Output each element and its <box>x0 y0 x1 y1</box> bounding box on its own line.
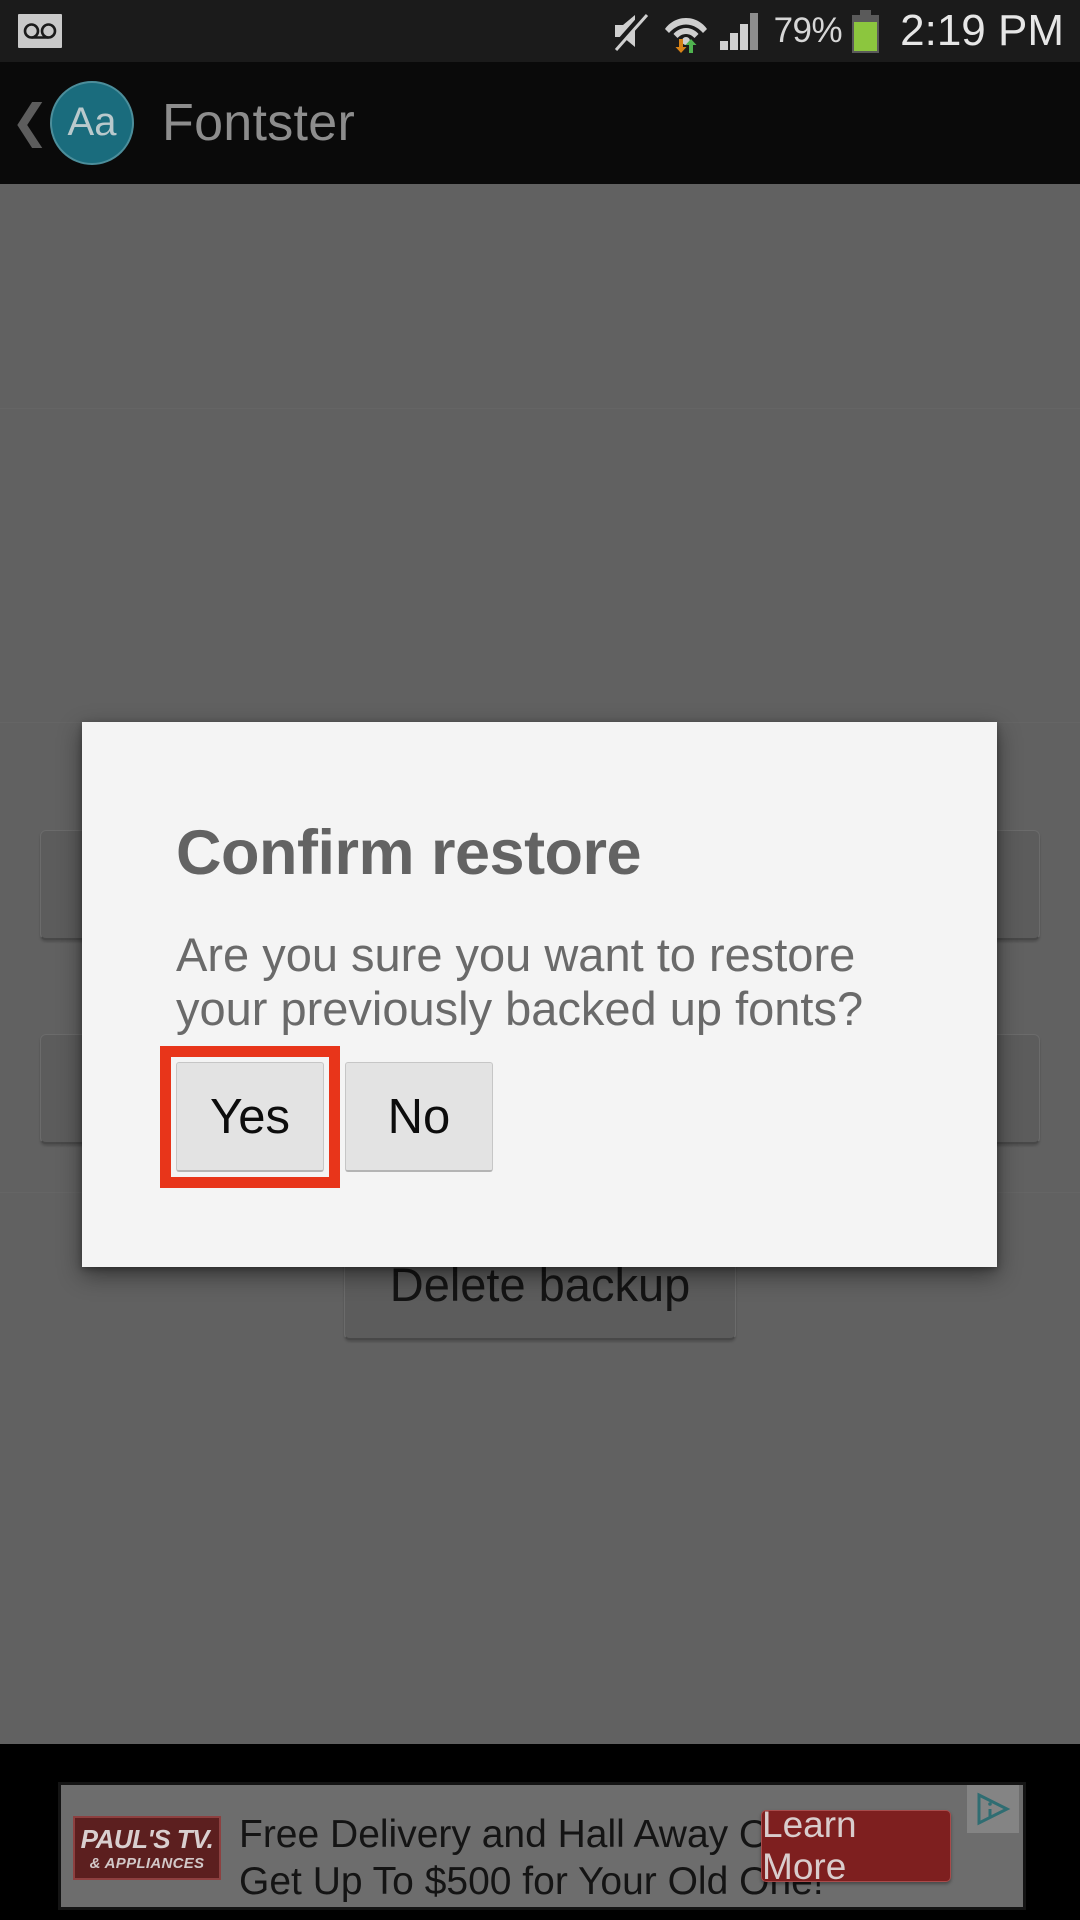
ad-headline-line2: Get Up To $500 for Your Old One! <box>239 1860 824 1903</box>
background-divider <box>0 408 1080 409</box>
app-logo-icon[interactable]: Aa <box>50 81 134 165</box>
status-bar-clock: 2:19 PM <box>900 6 1064 55</box>
app-logo-label: Aa <box>67 99 117 144</box>
ad-banner[interactable]: PAUL'S TV. & APPLIANCES Free Delivery an… <box>58 1782 1026 1910</box>
battery-percent-label: 79% <box>773 11 843 50</box>
no-button-wrap: No <box>345 1062 493 1172</box>
cellular-signal-icon <box>719 11 765 51</box>
dialog-button-row: Yes No <box>160 1046 493 1188</box>
wifi-signal-icon <box>664 9 708 53</box>
action-bar: ❮ Aa Fontster <box>0 62 1080 184</box>
advertiser-logo: PAUL'S TV. & APPLIANCES <box>73 1816 221 1880</box>
confirm-restore-dialog: Confirm restore Are you sure you want to… <box>82 722 997 1267</box>
advertiser-logo-line1: PAUL'S TV. <box>80 1823 214 1854</box>
dialog-title: Confirm restore <box>176 818 642 888</box>
battery-icon <box>852 9 880 53</box>
no-button[interactable]: No <box>345 1062 493 1172</box>
learn-more-button[interactable]: Learn More <box>761 1804 951 1887</box>
yes-button[interactable]: Yes <box>176 1062 324 1172</box>
status-bar-left <box>18 14 62 48</box>
volume-mute-icon <box>610 11 653 51</box>
advertiser-logo-line2: & APPLIANCES <box>89 1854 205 1872</box>
status-bar-right: 79% 2:19 PM <box>610 6 1064 56</box>
voicemail-icon <box>18 14 62 48</box>
adchoices-icon[interactable] <box>967 1785 1019 1833</box>
yes-button-wrap: Yes <box>160 1046 340 1188</box>
app-title: Fontster <box>162 94 356 152</box>
ad-headline-line1: Free Delivery and Hall Away Only <box>239 1813 820 1856</box>
back-chevron-icon[interactable]: ❮ <box>8 98 52 148</box>
status-bar: 79% 2:19 PM <box>0 0 1080 62</box>
dialog-message: Are you sure you want to restore your pr… <box>176 928 864 1035</box>
ad-headline: Free Delivery and Hall Away Only Get Up … <box>239 1811 824 1905</box>
